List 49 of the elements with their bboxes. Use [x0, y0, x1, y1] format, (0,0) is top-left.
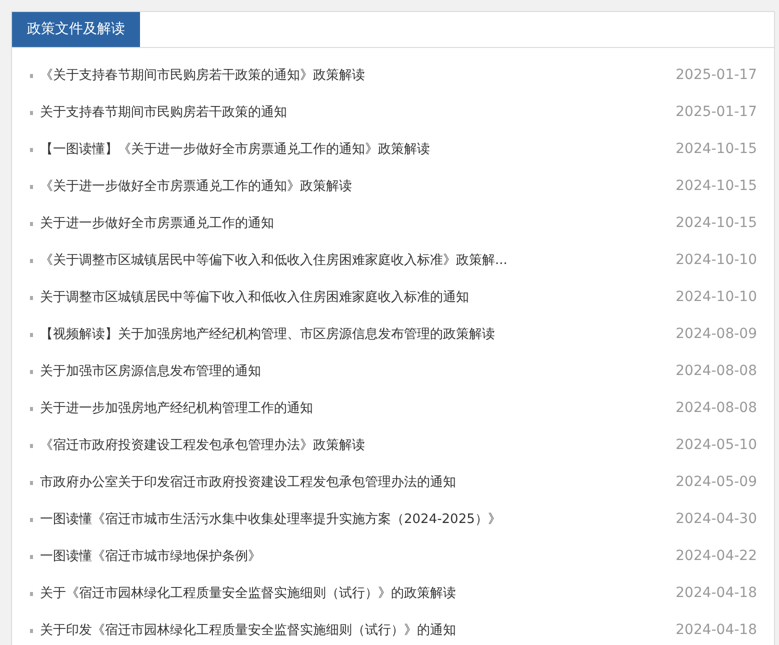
date-text: 2024-10-10: [676, 251, 757, 270]
bullet-icon: [30, 258, 33, 262]
bullet-icon: [30, 110, 33, 114]
article-link[interactable]: 关于印发《宿迁市园林绿化工程质量安全监督实施细则（试行）》的通知: [40, 620, 676, 640]
bullet-icon: [30, 628, 33, 632]
date-text: 2024-10-15: [676, 140, 757, 159]
article-link[interactable]: 关于《宿迁市园林绿化工程质量安全监督实施细则（试行）》的政策解读: [40, 584, 676, 604]
article-link[interactable]: 一图读懂《宿迁市城市生活污水集中收集处理率提升实施方案（2024-2025）》: [40, 510, 676, 530]
date-text: 2024-10-15: [676, 177, 757, 196]
date-text: 2024-04-18: [676, 584, 757, 603]
bullet-icon: [30, 332, 33, 336]
article-link[interactable]: 《关于进一步做好全市房票通兑工作的通知》政策解读: [40, 176, 676, 196]
bullet-icon: [30, 184, 33, 188]
bullet-icon: [30, 222, 33, 226]
article-link[interactable]: 关于进一步加强房地产经纪机构管理工作的通知: [40, 398, 676, 418]
date-text: 2024-05-09: [676, 473, 757, 492]
article-link[interactable]: 市政府办公室关于印发宿迁市政府投资建设工程发包承包管理办法的通知: [40, 472, 676, 492]
bullet-icon: [30, 480, 33, 484]
date-text: 2025-01-17: [676, 66, 757, 85]
article-link[interactable]: 《关于调整市区城镇居民中等偏下收入和低收入住房困难家庭收入标准》政策解...: [40, 250, 676, 270]
date-text: 2024-05-10: [676, 436, 757, 455]
article-link[interactable]: 【视频解读】关于加强房地产经纪机构管理、市区房源信息发布管理的政策解读: [40, 324, 676, 344]
article-link[interactable]: 关于进一步做好全市房票通兑工作的通知: [40, 214, 676, 234]
bullet-icon: [30, 554, 33, 558]
date-text: 2024-08-08: [676, 399, 757, 418]
bullet-icon: [30, 370, 33, 374]
date-text: 2024-10-10: [676, 288, 757, 307]
bullet-icon: [30, 148, 33, 152]
article-link[interactable]: 关于支持春节期间市民购房若干政策的通知: [40, 102, 676, 122]
bullet-icon: [30, 592, 33, 596]
article-link[interactable]: 【一图读懂】《关于进一步做好全市房票通兑工作的通知》政策解读: [40, 140, 676, 160]
date-text: 2025-01-17: [676, 103, 757, 122]
bullet-icon: [30, 296, 33, 300]
article-link[interactable]: 关于调整市区城镇居民中等偏下收入和低收入住房困难家庭收入标准的通知: [40, 288, 676, 308]
section-tab[interactable]: 政策文件及解读: [12, 12, 140, 47]
article-link[interactable]: 《关于支持春节期间市民购房若干政策的通知》政策解读: [40, 66, 676, 86]
date-text: 2024-04-22: [676, 547, 757, 566]
article-link[interactable]: 一图读懂《宿迁市城市绿地保护条例》: [40, 546, 676, 566]
bullet-icon: [30, 406, 33, 410]
date-text: 2024-08-09: [676, 325, 757, 344]
article-link[interactable]: 关于加强市区房源信息发布管理的通知: [40, 362, 676, 382]
date-text: 2024-10-15: [676, 214, 757, 233]
article-link[interactable]: 《宿迁市政府投资建设工程发包承包管理办法》政策解读: [40, 436, 676, 456]
date-text: 2024-04-18: [676, 621, 757, 640]
bullet-icon: [30, 444, 33, 448]
bullet-icon: [30, 74, 33, 78]
date-text: 2024-04-30: [676, 510, 757, 529]
date-text: 2024-08-08: [676, 362, 757, 381]
bullet-icon: [30, 518, 33, 522]
